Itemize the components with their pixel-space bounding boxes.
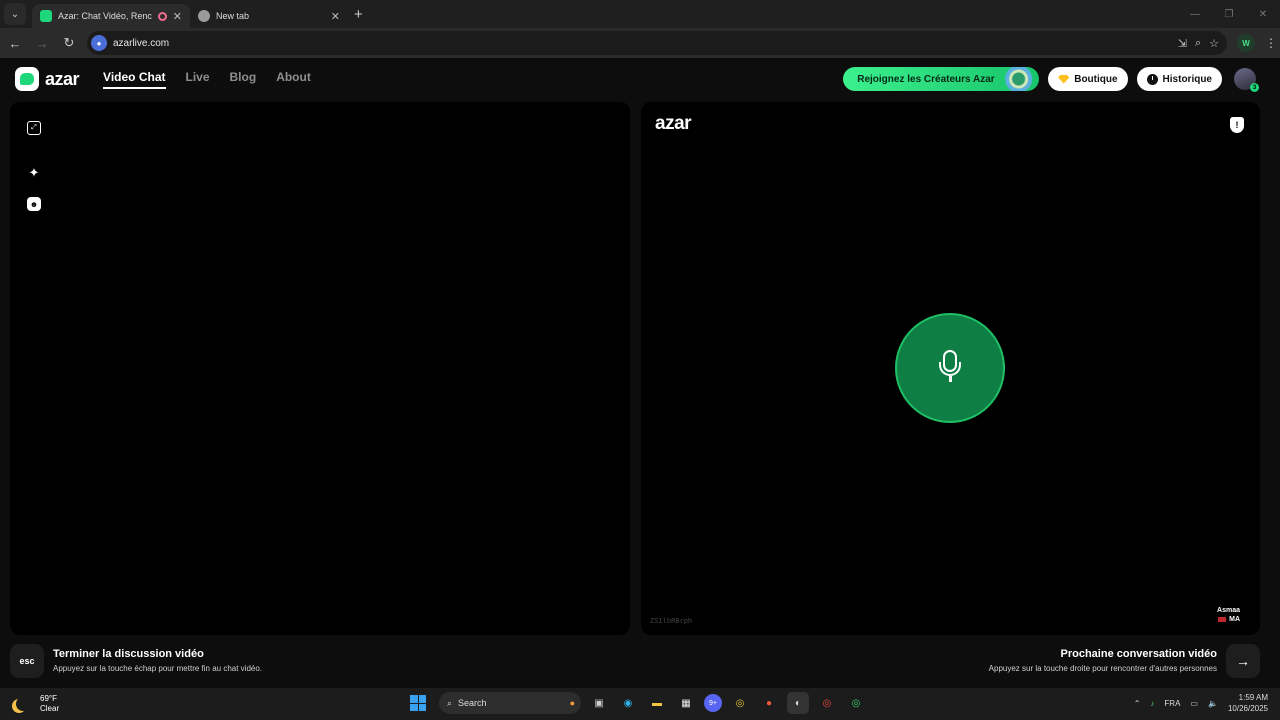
edge-icon[interactable]: ◉ bbox=[617, 692, 639, 714]
search-icon: ⌕ bbox=[447, 697, 453, 708]
azar-logo[interactable]: azar bbox=[15, 67, 80, 91]
creators-label: Rejoignez les Créateurs Azar bbox=[857, 73, 995, 85]
creators-illustration-icon bbox=[1005, 67, 1040, 91]
face-filter-icon[interactable]: ☻ bbox=[27, 197, 41, 211]
microphone-icon bbox=[935, 350, 965, 386]
restore-icon[interactable]: ❐ bbox=[1212, 0, 1246, 28]
url-text[interactable]: azarlive.com bbox=[113, 38, 1178, 49]
forward-icon[interactable]: → bbox=[30, 31, 54, 55]
tab-new-tab[interactable]: New tab ✕ bbox=[190, 4, 348, 28]
network-icon[interactable]: ▭ bbox=[1190, 699, 1198, 708]
azar-watermark: azar bbox=[655, 113, 692, 134]
report-shield-icon[interactable]: ! bbox=[1230, 117, 1244, 133]
next-chat-arrow-button[interactable]: → bbox=[1226, 644, 1260, 678]
windows-taskbar: 69°F Clear ⌕ Search ● ▣ ◉ ▬ ▦ 9+ ◎ ● ◐ ◎… bbox=[0, 688, 1280, 720]
peer-name: Asmaa bbox=[1217, 607, 1240, 614]
logo-text: azar bbox=[45, 68, 80, 89]
keyboard-hints: esc Terminer la discussion vidéo Appuyez… bbox=[0, 644, 1280, 680]
next-chat-hint: Appuyez sur la touche droite pour rencon… bbox=[988, 664, 1217, 673]
recording-indicator-icon bbox=[157, 11, 167, 21]
tab-title: New tab bbox=[216, 11, 250, 21]
gem-icon bbox=[1058, 74, 1070, 84]
start-windows-icon[interactable] bbox=[410, 695, 426, 711]
mic-tray-icon[interactable]: ♪ bbox=[1150, 699, 1154, 708]
peer-country: MA bbox=[1229, 616, 1240, 623]
volume-icon[interactable]: 🔈 bbox=[1208, 699, 1218, 708]
end-chat-title: Terminer la discussion vidéo bbox=[53, 648, 204, 660]
taskbar-search[interactable]: ⌕ Search ● bbox=[439, 692, 581, 714]
time: 1:59 AM bbox=[1238, 693, 1268, 702]
search-label: Search bbox=[458, 698, 487, 708]
microphone-button[interactable] bbox=[895, 313, 1005, 423]
task-view-icon[interactable]: ▣ bbox=[588, 692, 610, 714]
azar-logo-icon bbox=[15, 67, 39, 91]
azar-page: azar Video Chat Live Blog About Rejoigne… bbox=[0, 58, 1280, 688]
tab-search-button[interactable]: ⌄ bbox=[4, 3, 26, 25]
shop-button[interactable]: Boutique bbox=[1048, 67, 1128, 91]
remote-video-panel: azar ! ZS1lbRBrph Asmaa MA bbox=[641, 102, 1260, 635]
search-highlight-icon: ● bbox=[569, 698, 575, 708]
reload-icon[interactable]: ↻ bbox=[57, 31, 81, 55]
chrome-profile-icon[interactable]: ◎ bbox=[816, 692, 838, 714]
chrome-profile-w-icon[interactable]: ◎ bbox=[845, 692, 867, 714]
chrome-icon[interactable]: ◎ bbox=[729, 692, 751, 714]
date: 10/26/2025 bbox=[1227, 704, 1268, 713]
close-window-icon[interactable]: ✕ bbox=[1246, 0, 1280, 28]
tab-title: Azar: Chat Vidéo, Rencontre bbox=[58, 11, 152, 21]
close-tab-icon[interactable]: ✕ bbox=[331, 10, 340, 23]
weather-condition: Clear bbox=[40, 704, 60, 713]
peer-info: Asmaa MA bbox=[1217, 607, 1240, 623]
tray-chevron-icon[interactable]: ⌃ bbox=[1134, 699, 1141, 708]
session-id: ZS1lbRBrph bbox=[650, 617, 693, 625]
moon-icon bbox=[16, 697, 30, 711]
shop-label: Boutique bbox=[1074, 73, 1118, 85]
tab-azar[interactable]: Azar: Chat Vidéo, Rencontre ✕ bbox=[32, 4, 190, 28]
end-chat-button[interactable]: esc bbox=[10, 644, 44, 678]
main-nav: Video Chat Live Blog About bbox=[103, 70, 311, 89]
install-app-icon[interactable]: ⇲ bbox=[1178, 37, 1187, 50]
minimize-icon[interactable]: — bbox=[1178, 0, 1212, 28]
obs-icon[interactable]: ◐ bbox=[787, 692, 809, 714]
temperature: 69°F bbox=[40, 694, 57, 703]
weather-widget[interactable]: 69°F Clear bbox=[12, 694, 59, 714]
nav-live[interactable]: Live bbox=[186, 70, 210, 89]
new-tab-button[interactable]: + bbox=[354, 6, 363, 23]
nav-about[interactable]: About bbox=[276, 70, 311, 89]
ms-store-icon[interactable]: ▦ bbox=[675, 692, 697, 714]
nav-video-chat[interactable]: Video Chat bbox=[103, 70, 166, 89]
voice-recorder-icon[interactable]: ● bbox=[758, 692, 780, 714]
history-button[interactable]: Historique bbox=[1136, 67, 1222, 91]
history-label: Historique bbox=[1162, 73, 1212, 85]
zoom-icon[interactable]: ⌕ bbox=[1195, 37, 1201, 50]
close-tab-icon[interactable]: ✕ bbox=[173, 10, 182, 23]
browser-menu-icon[interactable]: ⋮ bbox=[1265, 36, 1277, 50]
user-avatar[interactable]: 3 bbox=[1234, 68, 1259, 92]
browser-toolbar: ← → ↻ ● azarlive.com ⇲ ⌕ ☆ W ⋮ bbox=[0, 28, 1280, 58]
clock-icon bbox=[1146, 73, 1158, 85]
chrome-favicon-icon bbox=[198, 10, 210, 22]
file-explorer-icon[interactable]: ▬ bbox=[646, 692, 668, 714]
effects-sparkle-icon[interactable]: ✦ bbox=[27, 165, 41, 180]
fullscreen-icon[interactable]: ⤢ bbox=[27, 121, 41, 135]
end-chat-hint: Appuyez sur la touche échap pour mettre … bbox=[53, 664, 263, 673]
next-chat-title: Prochaine conversation vidéo bbox=[1060, 648, 1218, 660]
back-icon[interactable]: ← bbox=[3, 31, 27, 55]
avatar-badge: 3 bbox=[1250, 83, 1259, 92]
address-bar[interactable]: ● azarlive.com ⇲ ⌕ ☆ bbox=[87, 31, 1227, 55]
language-indicator[interactable]: FRA bbox=[1164, 699, 1180, 708]
taskbar-clock[interactable]: 1:59 AM 10/26/2025 bbox=[1228, 692, 1268, 714]
site-header: azar Video Chat Live Blog About Rejoigne… bbox=[0, 58, 1280, 100]
local-video-panel: ⤢ ✦ ☻ bbox=[10, 102, 630, 635]
join-creators-button[interactable]: Rejoignez les Créateurs Azar bbox=[843, 67, 1040, 91]
discord-icon[interactable]: 9+ bbox=[704, 694, 722, 712]
profile-avatar[interactable]: W bbox=[1237, 34, 1255, 52]
azar-favicon-icon bbox=[40, 10, 52, 22]
window-controls: — ❐ ✕ bbox=[1178, 0, 1280, 28]
bookmark-star-icon[interactable]: ☆ bbox=[1209, 37, 1219, 50]
site-info-icon[interactable]: ● bbox=[91, 35, 107, 51]
morocco-flag-icon bbox=[1218, 616, 1227, 622]
browser-tab-strip: ⌄ Azar: Chat Vidéo, Rencontre ✕ New tab … bbox=[0, 0, 1280, 28]
nav-blog[interactable]: Blog bbox=[230, 70, 257, 89]
